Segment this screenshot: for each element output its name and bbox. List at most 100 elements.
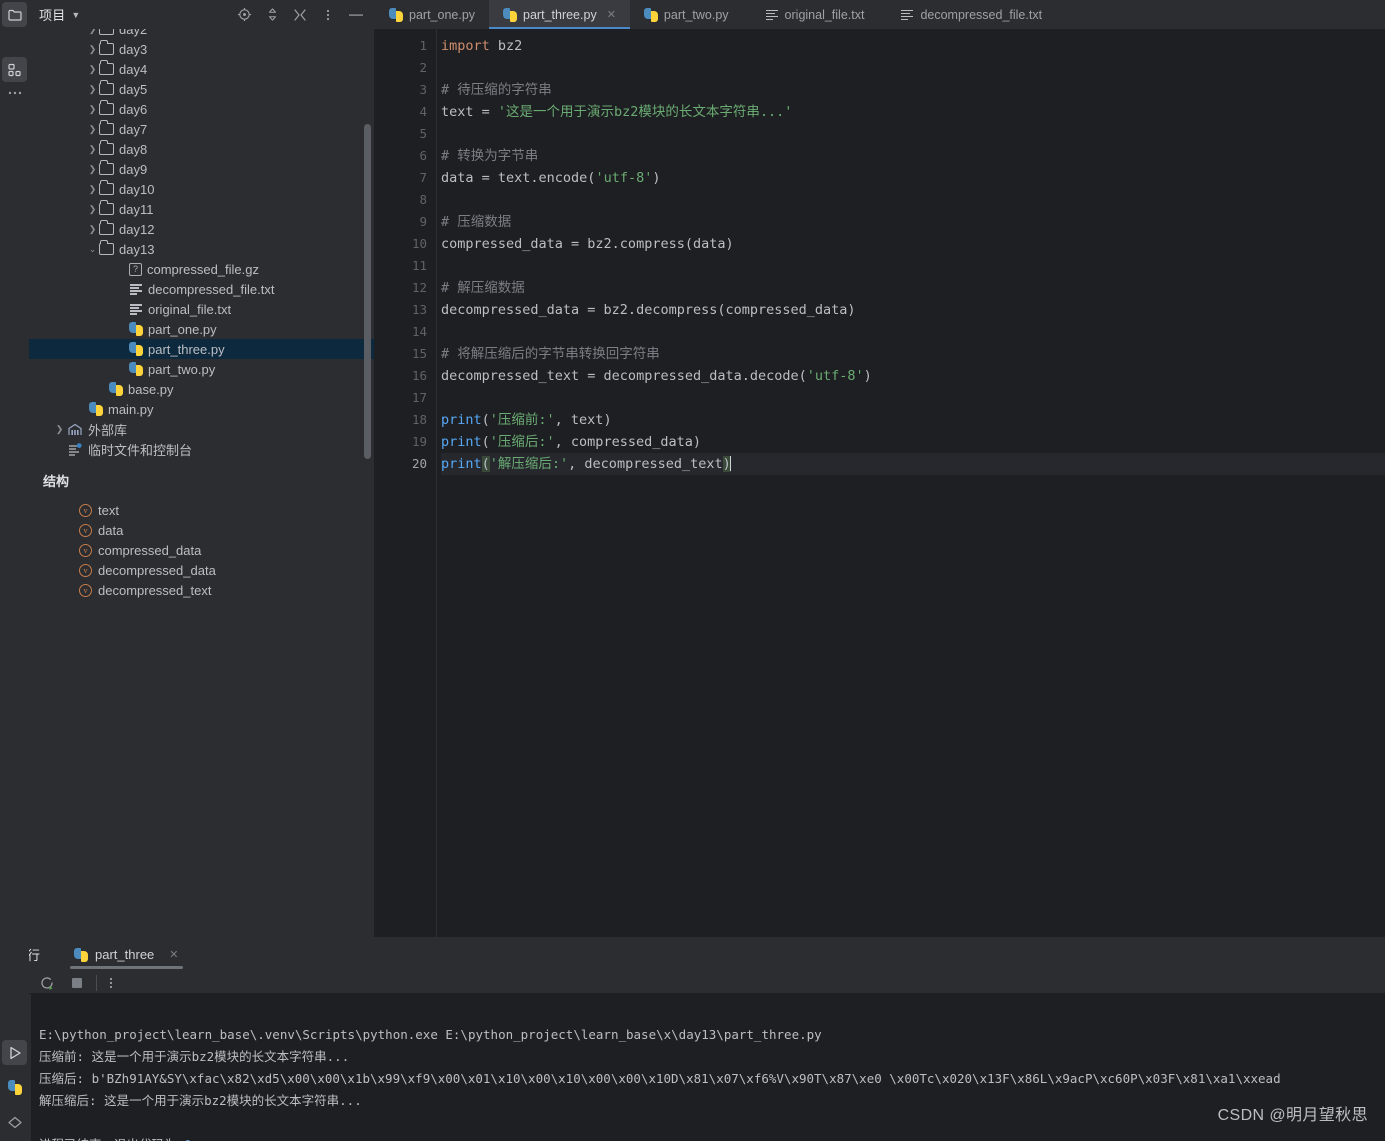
structure-item-text[interactable]: v text (29, 500, 374, 520)
tree-item-day10[interactable]: ❯ day10 (29, 179, 374, 199)
structure-item-data[interactable]: v data (29, 520, 374, 540)
tree-item-day12[interactable]: ❯ day12 (29, 219, 374, 239)
line-number: 6 (419, 148, 427, 163)
tree-item-part-two-py[interactable]: part_two.py (29, 359, 374, 379)
tree-item-external-libraries[interactable]: ❯ 外部库 (29, 419, 374, 439)
chevron-right-icon[interactable]: ❯ (86, 124, 99, 135)
line-number: 9 (419, 214, 427, 229)
close-icon[interactable]: ✕ (607, 8, 616, 21)
chevron-right-icon[interactable]: ❯ (86, 184, 99, 195)
tree-item-day6[interactable]: ❯ day6 (29, 99, 374, 119)
line-number: 14 (411, 324, 427, 339)
chevron-down-icon[interactable]: ⌄ (86, 244, 99, 255)
top-row: 项目 ▼ part_one.py part_three.py ✕ part_tw… (0, 0, 1385, 29)
python-file-icon (389, 7, 403, 22)
line-number: 17 (411, 390, 427, 405)
more-tools-icon[interactable] (7, 90, 23, 96)
structure-tool-icon[interactable] (2, 57, 27, 82)
editor-tab-part-two[interactable]: part_two.py (630, 0, 743, 29)
tree-item-day7[interactable]: ❯ day7 (29, 119, 374, 139)
tree-item-day8[interactable]: ❯ day8 (29, 139, 374, 159)
tree-item-scratches-consoles[interactable]: 临时文件和控制台 (29, 439, 374, 459)
collapse-all-icon[interactable] (292, 7, 308, 23)
chevron-right-icon[interactable]: ❯ (86, 64, 99, 75)
tree-item-day3[interactable]: ❯ day3 (29, 39, 374, 59)
structure-item-compressed-data[interactable]: v compressed_data (29, 540, 374, 560)
code-content[interactable]: import bz2 # 待压缩的字符串 text = '这是一个用于演示bz2… (437, 29, 1385, 937)
console-value: 这是一个用于演示bz2模块的长文本字符串... (91, 1049, 350, 1065)
python-console-icon[interactable] (2, 1075, 27, 1100)
tree-item-day11[interactable]: ❯ day11 (29, 199, 374, 219)
tree-item-day4[interactable]: ❯ day4 (29, 59, 374, 79)
tree-item-base-py[interactable]: base.py (29, 379, 374, 399)
more-options-icon[interactable] (109, 976, 113, 990)
tree-item-compressed-file-gz[interactable]: ? compressed_file.gz (29, 259, 374, 279)
chevron-right-icon[interactable]: ❯ (86, 164, 99, 175)
console-output[interactable]: E:\python_project\learn_base\.venv\Scrip… (31, 994, 1385, 1141)
tree-item-label: day13 (119, 241, 155, 257)
python-file-icon (503, 7, 518, 22)
hide-panel-icon[interactable] (348, 7, 364, 23)
run-configuration-tab[interactable]: part_three ✕ (70, 937, 183, 972)
chevron-right-icon[interactable]: ❯ (86, 44, 99, 55)
folder-icon (99, 100, 114, 115)
code-line-12: # 解压缩数据 (441, 280, 525, 296)
folder-icon (99, 200, 114, 215)
tree-item-part-one-py[interactable]: part_one.py (29, 319, 374, 339)
editor-tab-part-three[interactable]: part_three.py ✕ (489, 0, 630, 29)
scratch-file-icon (66, 442, 84, 456)
tree-item-day2[interactable]: ❯ day2 (29, 29, 374, 39)
python-file-icon (129, 322, 143, 336)
text-file-icon (129, 282, 143, 296)
tree-item-part-three-py[interactable]: part_three.py (29, 339, 374, 359)
code-editor[interactable]: 1 2 3 4 5 6 7 8 9 10 11 12 13 14 15 16 1… (375, 29, 1385, 937)
editor-tab-original-file[interactable]: original_file.txt (743, 0, 879, 29)
close-icon[interactable]: ✕ (169, 948, 178, 961)
folder-icon (99, 80, 114, 95)
tree-item-day13[interactable]: ⌄ day13 (29, 239, 374, 259)
structure-item-label: compressed_data (98, 542, 202, 558)
run-tool-icon[interactable] (2, 1040, 27, 1065)
editor-tab-decompressed-file[interactable]: decompressed_file.txt (878, 0, 1056, 29)
tree-item-day9[interactable]: ❯ day9 (29, 159, 374, 179)
stop-icon[interactable] (70, 976, 84, 990)
chevron-right-icon[interactable]: ❯ (86, 144, 99, 155)
tree-item-label: day9 (119, 161, 148, 177)
tree-item-decompressed-file-txt[interactable]: decompressed_file.txt (29, 279, 374, 299)
code-line-13: decompressed_data = bz2.decompress(compr… (441, 302, 856, 318)
chevron-right-icon[interactable]: ❯ (86, 84, 99, 95)
chevron-right-icon[interactable]: ❯ (86, 104, 99, 115)
line-number: 18 (411, 412, 427, 427)
version-control-icon[interactable] (2, 1110, 27, 1135)
chevron-down-icon[interactable]: ▼ (71, 10, 80, 20)
tab-label: decompressed_file.txt (920, 7, 1043, 22)
tree-item-label: main.py (108, 401, 154, 417)
run-tab-label: part_three (95, 947, 155, 962)
chevron-right-icon[interactable]: ❯ (86, 204, 99, 215)
tree-item-day5[interactable]: ❯ day5 (29, 79, 374, 99)
project-tree[interactable]: ❯ day2 ❯ day3 ❯ day4 ❯ day5 (29, 29, 374, 459)
more-options-icon[interactable] (320, 7, 336, 23)
python-file-icon (129, 362, 143, 376)
run-toolbar (0, 972, 1385, 995)
structure-tree[interactable]: v text v data v compressed_data v decomp… (29, 500, 374, 600)
project-tree-scrollbar[interactable] (364, 124, 371, 459)
locate-icon[interactable] (236, 7, 252, 23)
variable-icon: v (79, 523, 92, 537)
structure-item-decompressed-text[interactable]: v decompressed_text (29, 580, 374, 600)
tree-item-main-py[interactable]: main.py (29, 399, 374, 419)
editor-gutter[interactable]: 1 2 3 4 5 6 7 8 9 10 11 12 13 14 15 16 1… (375, 29, 437, 937)
main-area: ❯ day2 ❯ day3 ❯ day4 ❯ day5 (0, 29, 1385, 937)
chevron-right-icon[interactable]: ❯ (53, 424, 66, 435)
structure-item-decompressed-data[interactable]: v decompressed_data (29, 560, 374, 580)
variable-icon: v (79, 503, 92, 517)
chevron-right-icon[interactable]: ❯ (86, 29, 99, 35)
editor-tab-part-one[interactable]: part_one.py (375, 0, 489, 29)
expand-collapse-icon[interactable] (264, 7, 280, 23)
chevron-right-icon[interactable]: ❯ (86, 224, 99, 235)
tree-item-original-file-txt[interactable]: original_file.txt (29, 299, 374, 319)
rerun-icon[interactable] (38, 974, 56, 992)
project-tool-icon[interactable] (2, 2, 27, 27)
